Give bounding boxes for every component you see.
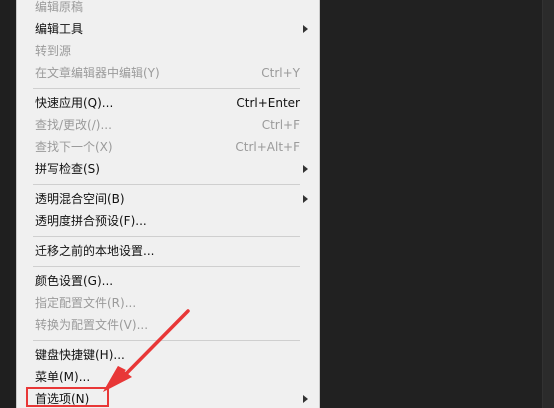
screen: 编辑原稿 编辑工具 转到源 在文章编辑器中编辑(Y) Ctrl+Y 快速应用(Q… — [0, 0, 554, 408]
annotation-arrow-icon — [103, 309, 190, 392]
